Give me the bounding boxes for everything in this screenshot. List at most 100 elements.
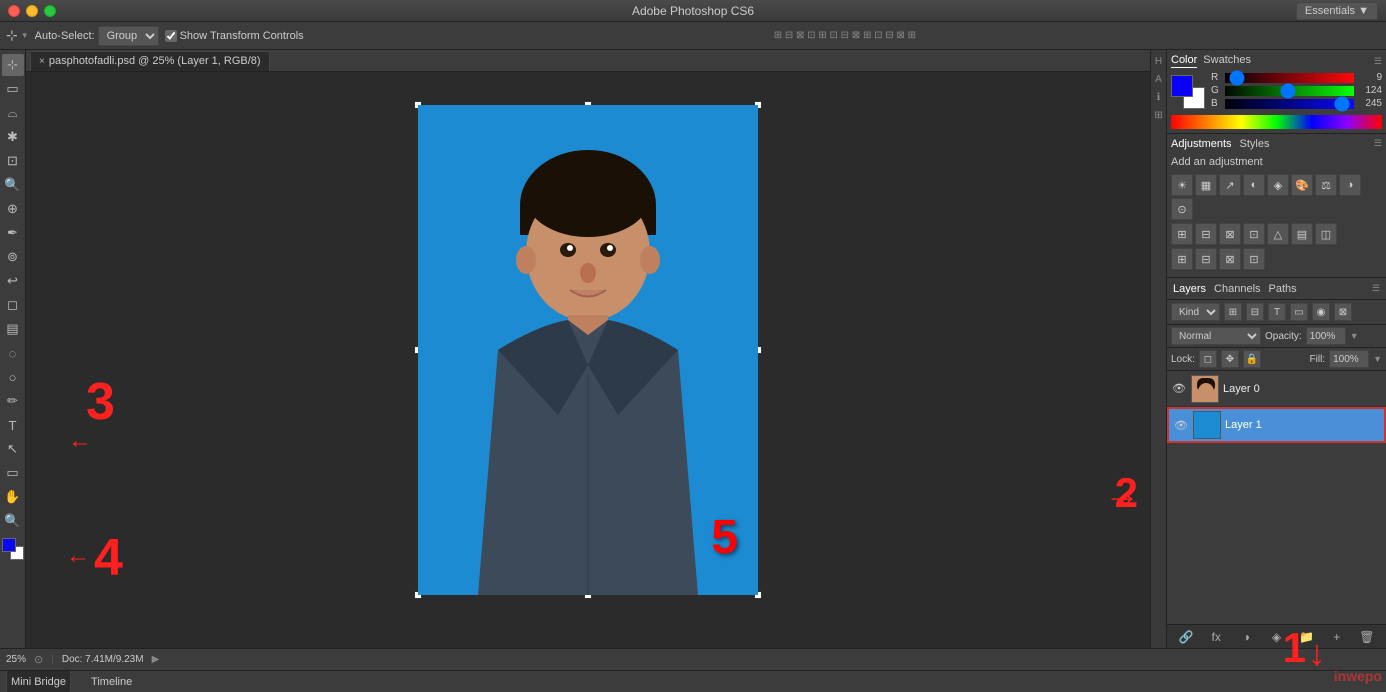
foreground-swatch[interactable] xyxy=(1171,75,1193,97)
eyedropper-tool[interactable]: 🔍 xyxy=(2,174,24,196)
adj-extra-2[interactable]: ⊟ xyxy=(1195,248,1217,270)
opacity-input[interactable] xyxy=(1306,327,1346,345)
threshold-icon[interactable]: △ xyxy=(1267,223,1289,245)
move-tool[interactable]: ⊹ xyxy=(2,54,24,76)
paths-tab[interactable]: Paths xyxy=(1269,283,1297,295)
layer-0-visibility-icon[interactable]: 👁 xyxy=(1171,381,1187,397)
photo-canvas[interactable]: 5 xyxy=(418,105,758,595)
minimize-button[interactable] xyxy=(26,5,38,17)
lasso-tool[interactable]: ⌓ xyxy=(2,102,24,124)
vibrance-icon[interactable]: ◈ xyxy=(1267,174,1289,196)
colorbalance-icon[interactable]: ⚖ xyxy=(1315,174,1337,196)
info-icon[interactable]: ℹ xyxy=(1152,90,1166,104)
colorlookup-icon[interactable]: ⊟ xyxy=(1195,223,1217,245)
close-button[interactable] xyxy=(8,5,20,17)
lock-all-icon[interactable]: 🔒 xyxy=(1243,350,1261,368)
new-layer-button[interactable]: + xyxy=(1328,628,1346,646)
show-transform-checkbox[interactable] xyxy=(165,30,177,42)
filter-smartobj-icon[interactable]: ◉ xyxy=(1312,303,1330,321)
layers-filter-toggle[interactable]: ⊠ xyxy=(1334,303,1352,321)
actions-icon[interactable]: A xyxy=(1152,72,1166,86)
document-tab[interactable]: × pasphotofadli.psd @ 25% (Layer 1, RGB/… xyxy=(30,51,270,71)
path-tool[interactable]: ↖ xyxy=(2,438,24,460)
adj-extra-3[interactable]: ⊠ xyxy=(1219,248,1241,270)
curves-icon[interactable]: ↗ xyxy=(1219,174,1241,196)
color-tab[interactable]: Color xyxy=(1171,54,1197,68)
brush-tool[interactable]: ✒ xyxy=(2,222,24,244)
gradient-tool[interactable]: ▤ xyxy=(2,318,24,340)
swatches-tab[interactable]: Swatches xyxy=(1203,54,1251,68)
history-brush-tool[interactable]: ↩ xyxy=(2,270,24,292)
adjustments-tab[interactable]: Adjustments xyxy=(1171,138,1232,150)
timeline-tab[interactable]: Timeline xyxy=(87,671,136,692)
status-arrow-icon[interactable]: ▶ xyxy=(152,654,160,665)
tool-dropdown-icon[interactable]: ▼ xyxy=(21,31,29,40)
type-tool[interactable]: T xyxy=(2,414,24,436)
selective-color-icon[interactable]: ◫ xyxy=(1315,223,1337,245)
opacity-dropdown-icon[interactable]: ▼ xyxy=(1350,331,1359,341)
adj-extra-4[interactable]: ⊡ xyxy=(1243,248,1265,270)
r-slider[interactable] xyxy=(1225,73,1354,83)
filter-adj-icon[interactable]: ⊟ xyxy=(1246,303,1264,321)
channelmix-icon[interactable]: ⊞ xyxy=(1171,223,1193,245)
shape-tool[interactable]: ▭ xyxy=(2,462,24,484)
foreground-bg-color[interactable] xyxy=(2,538,24,560)
canvas-area[interactable]: × pasphotofadli.psd @ 25% (Layer 1, RGB/… xyxy=(26,50,1150,648)
channels-tab[interactable]: Channels xyxy=(1214,283,1260,295)
adj-panel-menu-icon[interactable]: ☰ xyxy=(1374,138,1382,150)
layers-menu-icon[interactable]: ☰ xyxy=(1372,283,1380,294)
fill-dropdown-icon[interactable]: ▼ xyxy=(1373,354,1382,364)
new-group-button[interactable]: 📁 xyxy=(1298,628,1316,646)
adj-extra-1[interactable]: ⊞ xyxy=(1171,248,1193,270)
auto-select-dropdown[interactable]: Group Layer xyxy=(98,26,159,46)
delete-layer-button[interactable]: 🗑 xyxy=(1358,628,1376,646)
filter-shape-icon[interactable]: ▭ xyxy=(1290,303,1308,321)
layer-item-0[interactable]: 👁 Layer 0 xyxy=(1167,371,1386,407)
exposure-icon[interactable]: ◐ xyxy=(1243,174,1265,196)
b-slider[interactable] xyxy=(1225,99,1354,109)
hand-tool[interactable]: ✋ xyxy=(2,486,24,508)
navigator-icon[interactable]: ⊞ xyxy=(1152,108,1166,122)
filter-pixel-icon[interactable]: ⊞ xyxy=(1224,303,1242,321)
layer-effects-button[interactable]: fx xyxy=(1207,628,1225,646)
g-slider[interactable] xyxy=(1225,86,1354,96)
tab-close-icon[interactable]: × xyxy=(39,56,45,67)
levels-icon[interactable]: ▦ xyxy=(1195,174,1217,196)
move-tool-icon[interactable]: ⊹ xyxy=(6,27,18,44)
maximize-button[interactable] xyxy=(44,5,56,17)
layers-tab[interactable]: Layers xyxy=(1173,283,1206,295)
zoom-tool[interactable]: 🔍 xyxy=(2,510,24,532)
color-spectrum[interactable] xyxy=(1171,115,1382,129)
bw-icon[interactable]: ◑ xyxy=(1339,174,1361,196)
mini-bridge-tab[interactable]: Mini Bridge xyxy=(6,671,71,692)
canvas-scroll[interactable]: 5 3 ← 4 ← xyxy=(26,72,1150,648)
filter-type-icon[interactable]: T xyxy=(1268,303,1286,321)
quick-select-tool[interactable]: ✱ xyxy=(2,126,24,148)
invert-icon[interactable]: ⊠ xyxy=(1219,223,1241,245)
photofilter-icon[interactable]: ⊙ xyxy=(1171,198,1193,220)
add-mask-button[interactable]: ◑ xyxy=(1237,628,1255,646)
eraser-tool[interactable]: ◻ xyxy=(2,294,24,316)
lock-position-icon[interactable]: ✥ xyxy=(1221,350,1239,368)
new-adj-button[interactable]: ◈ xyxy=(1267,628,1285,646)
layer-1-visibility-icon[interactable]: 👁 xyxy=(1173,417,1189,433)
layers-kind-select[interactable]: Kind xyxy=(1171,303,1220,321)
pen-tool[interactable]: ✏ xyxy=(2,390,24,412)
styles-tab[interactable]: Styles xyxy=(1240,138,1270,150)
essentials-button[interactable]: Essentials ▼ xyxy=(1296,2,1378,20)
fill-input[interactable] xyxy=(1329,350,1369,368)
blend-mode-select[interactable]: Normal Multiply Screen xyxy=(1171,327,1261,345)
blur-tool[interactable]: ◌ xyxy=(2,342,24,364)
brightness-icon[interactable]: ☀ xyxy=(1171,174,1193,196)
selection-tool[interactable]: ▭ xyxy=(2,78,24,100)
healing-tool[interactable]: ⊕ xyxy=(2,198,24,220)
history-icon[interactable]: H xyxy=(1152,54,1166,68)
gradient-map-icon[interactable]: ▤ xyxy=(1291,223,1313,245)
link-layers-button[interactable]: 🔗 xyxy=(1177,628,1195,646)
clone-stamp-tool[interactable]: ⊚ xyxy=(2,246,24,268)
posterize-icon[interactable]: ⊡ xyxy=(1243,223,1265,245)
color-panel-menu-icon[interactable]: ☰ xyxy=(1374,56,1382,67)
crop-tool[interactable]: ⊡ xyxy=(2,150,24,172)
hsl-icon[interactable]: 🎨 xyxy=(1291,174,1313,196)
layer-item-1[interactable]: 👁 Layer 1 xyxy=(1167,407,1386,443)
